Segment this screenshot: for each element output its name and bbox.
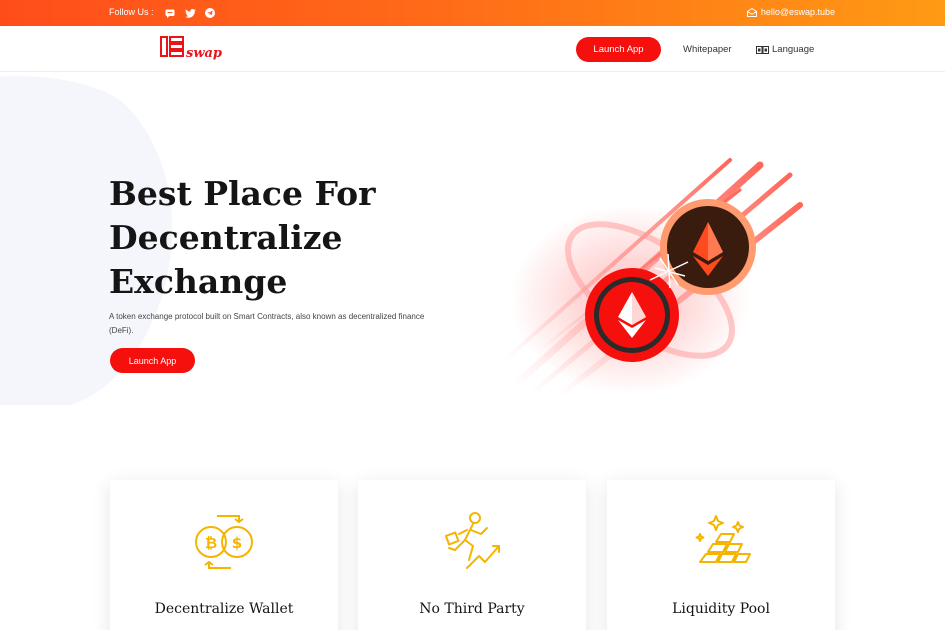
nav-launch-app-button[interactable]: Launch App <box>576 37 661 62</box>
logo-text: swap <box>186 46 222 61</box>
gold-bars-icon <box>695 515 751 563</box>
top-bar: Follow Us : hello@eswap.tube <box>0 0 945 26</box>
chat-icon[interactable] <box>163 6 177 20</box>
nav-whitepaper-link[interactable]: Whitepaper <box>683 44 732 55</box>
feature-card: ₿ $ Decentralize Wallet <box>110 480 338 630</box>
feature-card: No Third Party <box>358 480 586 630</box>
email-text: hello@eswap.tube <box>760 7 835 17</box>
email-link[interactable]: hello@eswap.tube <box>746 7 835 17</box>
feature-card: Liquidity Pool <box>607 480 835 630</box>
hero-launch-app-button[interactable]: Launch App <box>110 348 195 373</box>
feature-title: Liquidity Pool <box>672 601 770 617</box>
hero-description: A token exchange protocol built on Smart… <box>109 312 425 335</box>
follow-us-label: Follow Us : <box>109 7 154 17</box>
feature-title: No Third Party <box>419 601 525 617</box>
growth-person-icon <box>444 512 500 569</box>
hero-title-line: Exchange <box>109 262 288 301</box>
telegram-icon[interactable] <box>203 6 217 20</box>
email-icon <box>746 7 757 17</box>
crypto-exchange-icon: ₿ $ <box>195 515 253 569</box>
svg-text:$: $ <box>232 534 242 552</box>
language-label: Language <box>772 44 815 55</box>
twitter-icon[interactable] <box>183 6 197 20</box>
hero-title: Best Place For Decentralize Exchange <box>109 172 439 304</box>
language-icon <box>756 45 769 54</box>
nav-language-selector[interactable]: Language <box>756 44 814 55</box>
hero-title-line: Decentralize <box>109 218 343 257</box>
token-swap-illustration <box>503 158 803 398</box>
hero-title-line: Best Place For <box>109 174 376 213</box>
svg-text:₿: ₿ <box>205 534 217 552</box>
eswap-logo[interactable]: swap <box>160 35 230 63</box>
feature-title: Decentralize Wallet <box>154 601 294 617</box>
main-nav: swap Launch App Whitepaper Language <box>0 26 945 72</box>
